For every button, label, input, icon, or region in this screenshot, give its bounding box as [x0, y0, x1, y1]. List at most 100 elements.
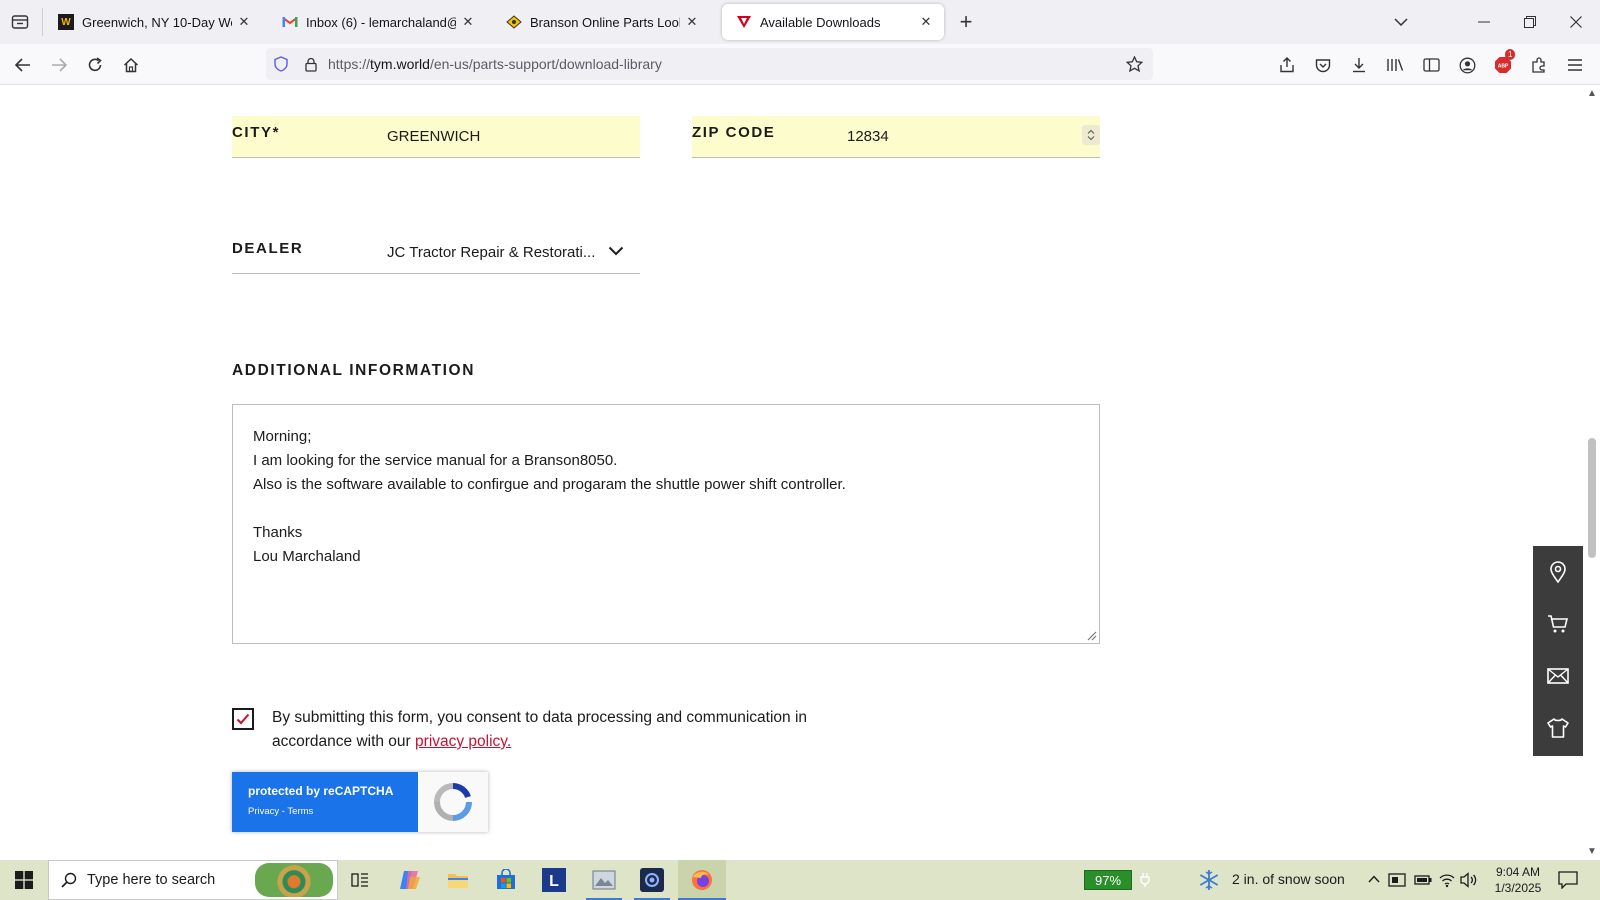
number-spinner[interactable]: [1082, 125, 1100, 145]
close-window-button[interactable]: [1553, 0, 1599, 44]
home-icon: [123, 57, 139, 73]
gmail-icon: [282, 14, 298, 30]
dealer-locator-button[interactable]: [1533, 546, 1583, 598]
volume-icon[interactable]: [1460, 872, 1478, 888]
search-highlight-image: [255, 863, 333, 897]
recaptcha-title: protected by reCAPTCHA: [248, 784, 394, 798]
chevron-down-icon[interactable]: [608, 246, 624, 256]
chevron-up-icon[interactable]: [1368, 875, 1380, 883]
dealer-select[interactable]: DEALER JC Tractor Repair & Restorati...: [232, 232, 640, 274]
clock-time: 9:04 AM: [1495, 865, 1541, 879]
photos-icon: [592, 870, 616, 890]
city-field[interactable]: CITY* GREENWICH: [232, 116, 640, 158]
merchandise-button[interactable]: [1533, 702, 1583, 754]
contact-mail-button[interactable]: [1533, 650, 1583, 702]
extensions-button[interactable]: [1524, 50, 1554, 80]
privacy-policy-link[interactable]: privacy policy.: [415, 733, 511, 750]
dealer-selected-value[interactable]: JC Tractor Repair & Restorati...: [387, 244, 595, 261]
weather-widget[interactable]: 2 in. of snow soon: [1232, 871, 1345, 887]
battery-tray-icon[interactable]: [1414, 873, 1432, 887]
tym-icon: [736, 14, 752, 30]
task-view-icon: [351, 873, 368, 887]
page-scrollbar[interactable]: ▲ ▼: [1584, 86, 1600, 860]
tab-weather[interactable]: W Greenwich, NY 10-Day Weather ✕: [44, 4, 262, 40]
close-tab-icon[interactable]: ✕: [918, 14, 934, 30]
close-tab-icon[interactable]: ✕: [684, 14, 700, 30]
adblock-extension-button[interactable]: ABP 1: [1488, 49, 1518, 80]
windows-taskbar: Type here to search L 97% 2 in. of snow …: [0, 860, 1600, 900]
sidebar-toggle-button[interactable]: [1416, 50, 1446, 80]
shirt-icon: [1547, 718, 1569, 738]
taskbar-search-box[interactable]: Type here to search: [48, 860, 338, 900]
minimize-icon: [1478, 21, 1490, 23]
chevron-down-icon: [1394, 18, 1408, 26]
branson-icon: [506, 14, 522, 30]
l-app-button[interactable]: L: [530, 860, 578, 900]
file-explorer-button[interactable]: [434, 860, 482, 900]
close-tab-icon[interactable]: ✕: [236, 14, 252, 30]
restore-button[interactable]: [1507, 0, 1553, 44]
new-tab-button[interactable]: +: [952, 8, 980, 36]
tab-gmail[interactable]: Inbox (6) - lemarchaland@gmail.com ✕: [268, 4, 486, 40]
downloads-button[interactable]: [1344, 50, 1374, 80]
city-input[interactable]: GREENWICH: [387, 128, 480, 145]
location-pin-icon: [1550, 561, 1566, 583]
photos-app-button[interactable]: [580, 860, 628, 900]
bookmark-star-button[interactable]: [1119, 49, 1149, 79]
folder-icon: [448, 874, 468, 888]
back-button[interactable]: [8, 50, 38, 80]
svg-text:ABP: ABP: [1498, 64, 1509, 70]
minimize-button[interactable]: [1461, 0, 1507, 44]
tab-branson[interactable]: Branson Online Parts Lookup - ✕: [492, 4, 710, 40]
start-button[interactable]: [0, 860, 48, 900]
notifications-icon[interactable]: [1558, 871, 1578, 889]
account-button[interactable]: [1452, 50, 1482, 80]
close-tab-icon[interactable]: ✕: [460, 14, 476, 30]
reload-icon: [88, 57, 102, 72]
navigation-bar: https://tym.world/en-us/parts-support/do…: [0, 44, 1600, 85]
close-icon: [1570, 16, 1582, 28]
share-icon: [1280, 57, 1294, 73]
recaptcha-links[interactable]: Privacy - Terms: [248, 806, 418, 817]
forward-button[interactable]: [44, 50, 74, 80]
tab-strip: W Greenwich, NY 10-Day Weather ✕ Inbox (…: [0, 0, 1600, 44]
shop-cart-button[interactable]: [1533, 598, 1583, 650]
tab-list-button[interactable]: [6, 8, 34, 36]
tracking-protection-shield-icon[interactable]: [266, 49, 296, 79]
address-bar[interactable]: https://tym.world/en-us/parts-support/do…: [266, 48, 1153, 80]
message-line: [253, 497, 1079, 521]
tab-available-downloads[interactable]: Available Downloads ✕: [722, 4, 944, 40]
pocket-button[interactable]: [1308, 50, 1338, 80]
copilot-button[interactable]: [386, 860, 434, 900]
share-button[interactable]: [1272, 50, 1302, 80]
app-menu-button[interactable]: [1560, 50, 1590, 80]
zip-code-field[interactable]: ZIP CODE 12834: [692, 116, 1100, 158]
star-icon: [1125, 56, 1143, 72]
battery-indicator[interactable]: 97%: [1084, 870, 1132, 890]
resize-grip-icon[interactable]: [1085, 629, 1097, 641]
recaptcha-badge[interactable]: protected by reCAPTCHA Privacy - Terms: [232, 772, 488, 832]
scrollbar-thumb[interactable]: [1588, 438, 1596, 558]
camera-app-button[interactable]: [628, 860, 676, 900]
scroll-down-icon[interactable]: ▼: [1586, 846, 1598, 858]
url-scheme: https://: [328, 56, 371, 72]
system-clock[interactable]: 9:04 AM 1/3/2025: [1480, 864, 1556, 896]
microsoft-store-button[interactable]: [482, 860, 530, 900]
consent-checkbox[interactable]: [232, 708, 254, 730]
firefox-button[interactable]: [678, 860, 726, 900]
task-view-button[interactable]: [336, 860, 384, 900]
wifi-icon[interactable]: [1438, 872, 1456, 888]
zip-code-input[interactable]: 12834: [847, 128, 889, 145]
reload-button[interactable]: [80, 50, 110, 80]
scroll-up-icon[interactable]: ▲: [1586, 88, 1598, 100]
url-text[interactable]: https://tym.world/en-us/parts-support/do…: [328, 56, 662, 72]
meet-now-icon[interactable]: [1388, 872, 1406, 888]
library-button[interactable]: [1380, 50, 1410, 80]
additional-information-textarea[interactable]: Morning; I am looking for the service ma…: [232, 404, 1100, 644]
lock-icon[interactable]: [296, 49, 326, 79]
checkmark-icon: [236, 713, 250, 725]
wu-icon: W: [58, 14, 74, 30]
cart-icon: [1548, 615, 1569, 633]
home-button[interactable]: [116, 50, 146, 80]
list-all-tabs-button[interactable]: [1378, 0, 1424, 44]
